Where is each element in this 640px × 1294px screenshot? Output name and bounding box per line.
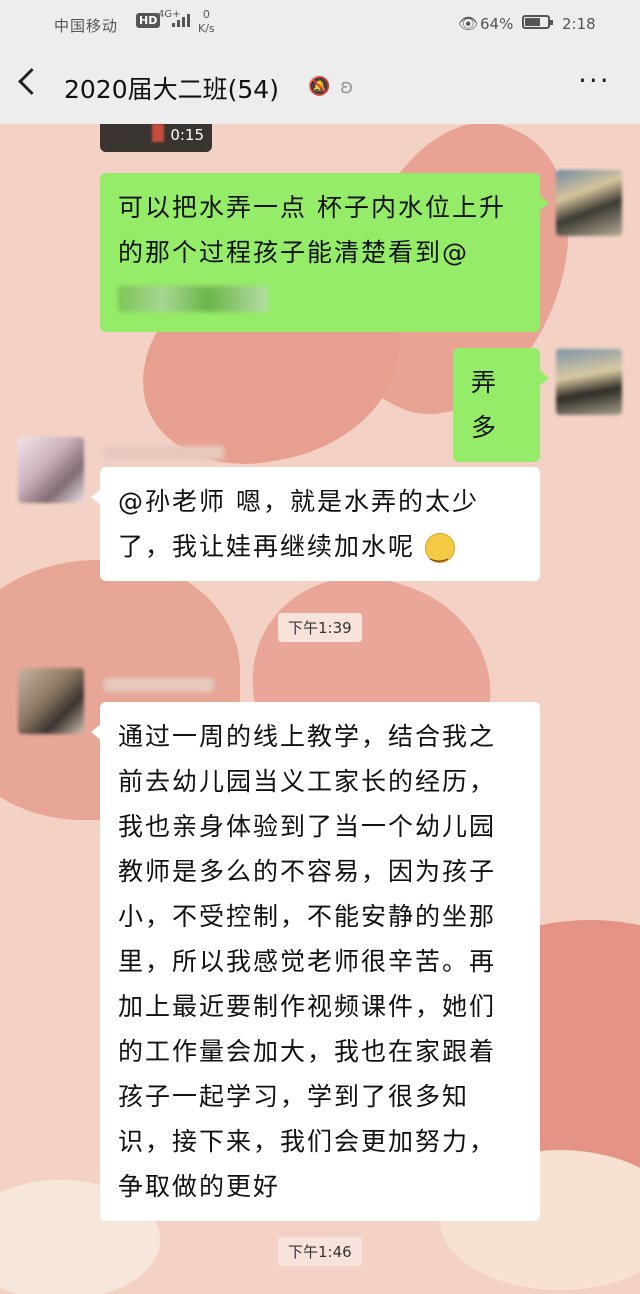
eye-comfort-icon: 👁 [458,14,479,33]
message-text: 通过一周的线上教学，结合我之前去幼儿园当义工家长的经历，我也亲身体验到了当一个幼… [118,722,497,1201]
carrier-name: 中国移动 [54,17,119,35]
chat-header: 2020届大二班(54) 🔕 ʚ ··· [0,50,640,124]
signal-icon [172,14,190,27]
blurred-mention [118,286,268,312]
message-timestamp: 下午1:46 [278,1237,362,1266]
received-message-bubble[interactable]: 通过一周的线上教学，结合我之前去幼儿园当义工家长的经历，我也亲身体验到了当一个幼… [91,702,540,1221]
received-message-bubble[interactable]: @孙老师 嗯，就是水弄的太少了，我让娃再继续加水呢 [91,467,540,581]
network-speed-value: 0 [202,8,210,21]
message-text: 可以把水弄一点 杯子内水位上升的那个过程孩子能清楚看到@ [118,193,506,267]
avatar[interactable] [556,170,622,236]
message-timestamp: 下午1:39 [278,613,362,642]
network-speed-unit: K/s [198,22,215,35]
video-duration: 0:15 [170,126,204,144]
sender-name-blurred [104,446,224,460]
video-message[interactable]: 0:15 [100,124,212,152]
status-bar: 中国移动 HD 4G+ 0 K/s 👁 64% 2:18 [0,0,640,50]
sent-message-bubble[interactable]: 可以把水弄一点 杯子内水位上升的那个过程孩子能清楚看到@ [100,173,549,332]
network-speed: 0 K/s [198,8,215,36]
mute-bell-icon: 🔕 [308,76,331,97]
battery-icon [522,15,553,29]
message-list[interactable]: 0:15 可以把水弄一点 杯子内水位上升的那个过程孩子能清楚看到@ 弄多 @孙老… [0,0,640,1294]
chat-title: 2020届大二班(54) [64,75,279,104]
avatar[interactable] [556,349,622,415]
sender-name-blurred [104,678,214,692]
message-text: 弄多 [471,368,499,442]
smile-emoji-icon [424,528,455,573]
video-thumbnail [152,124,164,142]
back-arrow-icon[interactable] [18,68,45,95]
sent-message-bubble[interactable]: 弄多 [453,348,549,462]
avatar[interactable] [18,668,84,734]
battery-percent: 64% [480,15,514,33]
avatar[interactable] [18,437,84,503]
hd-badge: HD [136,13,161,28]
earpiece-icon: ʚ [340,74,354,98]
clock: 2:18 [562,15,596,33]
more-options-button[interactable]: ··· [578,64,611,97]
